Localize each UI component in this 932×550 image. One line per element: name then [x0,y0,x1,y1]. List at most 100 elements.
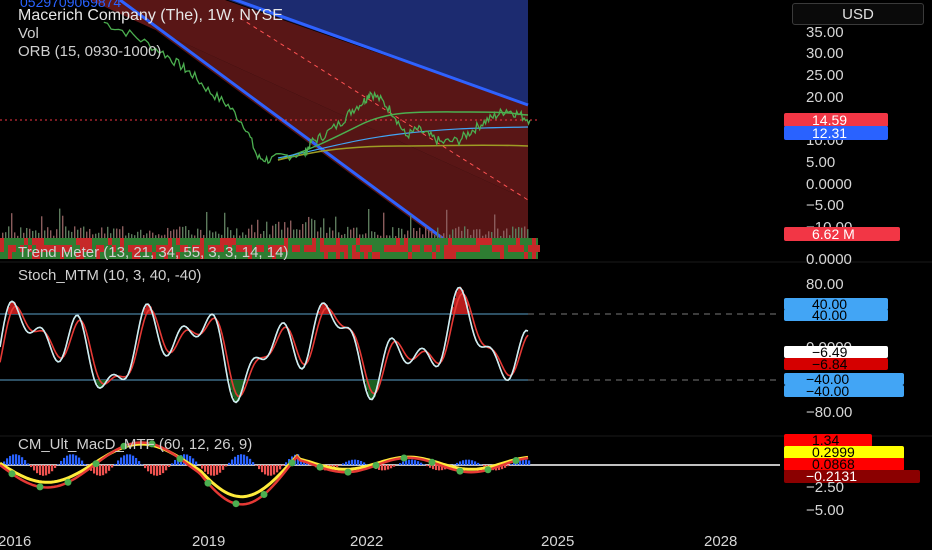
stoch-tag-text: −6.84 [812,356,848,372]
price-pane[interactable] [0,0,800,240]
volume-bar [242,232,244,238]
volume-bar [515,228,517,238]
volume-bar [284,222,286,238]
macd-histogram-bar [243,454,246,465]
indicator-orb[interactable]: ORB (15, 0930-1000) [18,43,161,60]
macd-histogram-bar [18,455,21,465]
trend-cell [504,252,508,259]
trend-cell [376,245,380,252]
trend-cell [484,238,488,245]
stoch-axis[interactable]: 80.00 40.00 40.00 0.0000 −6.49 −6.84 −40… [784,276,904,421]
trend-cell [316,252,320,259]
volume-bar [224,212,226,238]
volume-bar [338,232,340,238]
macd-histogram-bar [285,462,288,465]
macd-histogram-bar [57,464,60,465]
trend-cell [336,238,340,245]
volume-bar [275,223,277,238]
trend-cell [356,245,360,252]
volume-bar [302,223,304,238]
trend-cell [288,245,292,252]
volume-bar [218,233,220,238]
macd-histogram-bar [9,455,12,465]
macd-histogram-bar [48,465,51,474]
price-axis[interactable]: 35.00 30.00 25.00 20.00 10.00 5.00 0.000… [784,24,900,268]
trend-cell [348,245,352,252]
volume-bar [269,234,271,238]
macd-axis[interactable]: 1.34 0.2999 0.0868 −0.2131 −2.50 −5.00 [784,432,920,519]
macd-histogram-bar [471,460,474,465]
volume-bar [65,226,67,238]
volume-bar [248,228,250,238]
macd-histogram-bar [459,461,462,465]
volume-bar [476,229,478,238]
trend-cell [8,238,12,245]
trend-cell [8,245,12,252]
volume-bar [203,235,205,238]
macd-histogram-bar [126,454,129,465]
macd-label[interactable]: CM_Ult_MacD_MTF (60, 12, 26, 9) [18,436,252,453]
macd-histogram-bar [159,465,162,475]
chart-canvas[interactable]: Trend Meter (13, 21, 34, 55, 3, 3, 14, 1… [0,0,932,550]
symbol-title[interactable]: Macerich Company (The), 1W, NYSE [18,7,283,24]
volume-bar [47,227,49,238]
stoch-pane[interactable] [0,286,780,404]
stoch-label[interactable]: Stoch_MTM (10, 3, 40, -40) [18,267,201,284]
volume-bar [371,231,373,238]
volume-bar [128,232,130,238]
trend-cell [340,245,344,252]
volume-bar [398,227,400,238]
volume-bar [38,232,40,238]
trend-cell [500,252,504,259]
macd-histogram-bar [279,465,282,470]
macd-histogram-bar [417,461,420,465]
currency-button[interactable]: USD [792,3,924,25]
macd-histogram-bar [156,465,159,476]
macd-histogram-bar [387,465,390,470]
volume-bar [212,232,214,238]
trend-cell [440,245,444,252]
stoch-d-line [0,292,529,398]
macd-histogram-bar [408,459,411,465]
volume-bar [200,229,202,238]
volume-bar [494,214,496,238]
macd-histogram-bar [45,465,48,476]
trend-cell [468,238,472,245]
stoch-edge-line [0,287,529,403]
trend-cell [348,252,352,259]
time-axis[interactable]: 2016 2019 2022 2025 2028 [0,533,737,550]
volume-bar [332,230,334,238]
trend-cell [364,252,368,259]
indicator-vol[interactable]: Vol [18,25,39,42]
macd-histogram-bar [237,454,240,465]
volume-bar [278,221,280,238]
macd-histogram-bar [39,465,42,476]
volume-bar [23,232,25,238]
volume-bar [14,232,16,238]
macd-histogram-bar [258,465,261,470]
volume-bar [254,232,256,238]
volume-bar [497,228,499,238]
macd-histogram-bar [210,465,213,476]
volume-bar [380,235,382,238]
trend-cell [460,252,464,259]
trend-cell [372,245,376,252]
macd-histogram-bar [360,460,363,465]
macd-histogram-bar [354,459,357,465]
macd-histogram-bar [255,465,258,466]
trend-cell [324,238,328,245]
macd-histogram-bar [30,465,33,468]
macd-histogram-bar [54,465,57,469]
volume-bar [146,233,148,238]
macd-histogram-bar [276,465,279,473]
price-tick: 5.00 [806,154,835,171]
time-label-2016: 2016 [0,533,31,550]
macd-tick: −2.50 [806,479,844,496]
volume-bar [299,229,301,238]
macd-histogram-bar [171,463,174,465]
trend-cell [4,245,8,252]
macd-histogram-bar [393,465,396,467]
volume-bar [131,234,133,238]
volume-bar [56,229,58,238]
macd-histogram-bar [12,454,15,465]
